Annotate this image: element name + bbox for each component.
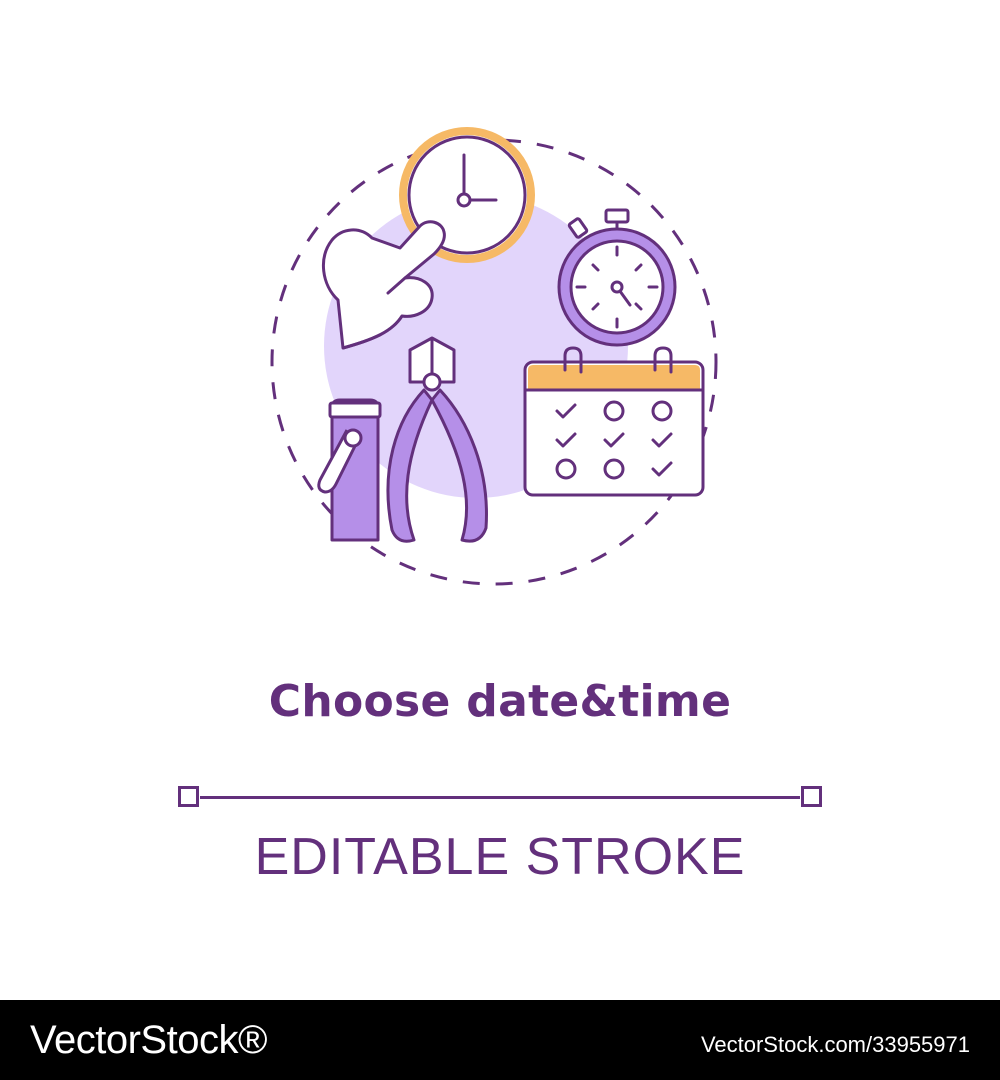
stopwatch-icon bbox=[557, 208, 677, 347]
stock-footer-bar: VectorStock® VectorStock.com/33955971 bbox=[0, 1000, 1000, 1080]
nail-clipper-icon bbox=[317, 398, 382, 542]
vectorstock-logo: VectorStock® bbox=[30, 1018, 267, 1062]
image-credit: VectorStock.com/33955971 bbox=[700, 1032, 970, 1057]
stroke-divider bbox=[178, 783, 822, 813]
concept-illustration bbox=[270, 127, 718, 586]
concept-title: Choose date&time bbox=[268, 676, 732, 727]
editable-stroke-label: EDITABLE STROKE bbox=[254, 828, 746, 886]
calendar-icon bbox=[523, 346, 705, 497]
divider-handle-right bbox=[801, 786, 822, 807]
divider-line bbox=[200, 796, 800, 799]
divider-handle-left bbox=[178, 786, 199, 807]
